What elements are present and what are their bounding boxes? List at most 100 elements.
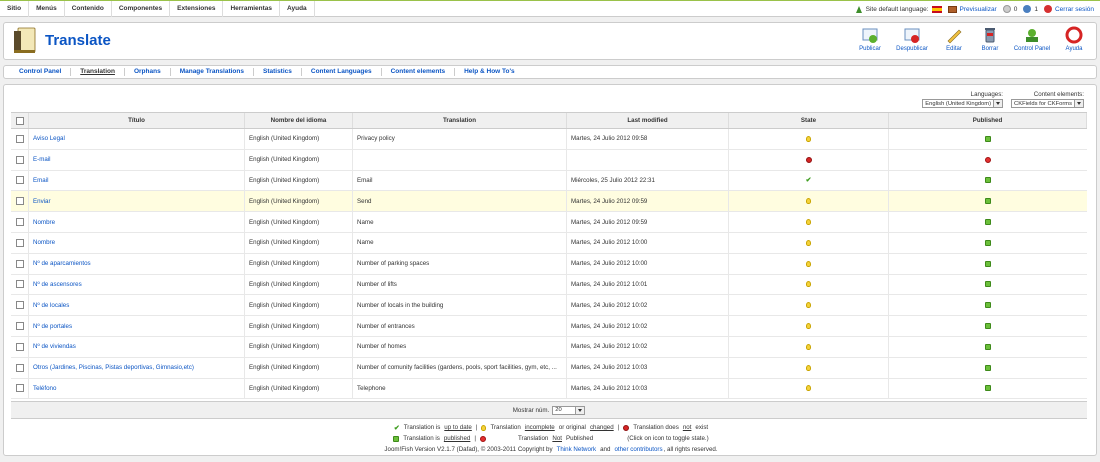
row-checkbox[interactable] [15,197,24,206]
bulb-icon[interactable] [806,302,811,309]
table-row[interactable]: Teléfono English (United Kingdom) Telephon… [11,378,1087,400]
published-icon[interactable] [985,364,991,371]
bulb-icon[interactable] [806,343,811,350]
logout-link[interactable]: Cerrar sesión [1043,5,1094,13]
submenu-content-elements[interactable]: Content elements [382,68,456,76]
title-link[interactable]: Enviar [33,198,51,205]
content-elements-select[interactable]: CKFields for CKForms [1011,99,1084,108]
title-link[interactable]: Nombre [33,219,55,226]
published-icon[interactable] [985,177,991,184]
control-panel-button[interactable]: Control Panel [1010,26,1054,52]
published-icon[interactable] [985,385,991,392]
row-checkbox[interactable] [15,384,24,393]
table-row[interactable]: Nº de ascensores English (United Kingdom)… [11,274,1087,296]
title-link[interactable]: Nº de aparcamientos [33,260,91,267]
select-all-checkbox[interactable] [15,116,24,125]
other-contributors-link[interactable]: other contributors [614,446,662,453]
borrar-button[interactable]: Borrar [974,26,1006,52]
top-menu-item[interactable]: Componentes [112,1,171,17]
published-icon[interactable] [985,135,991,142]
title-link[interactable]: Nº de viviendas [33,343,76,350]
published-icon[interactable] [985,302,991,309]
red-dot-icon[interactable] [805,156,812,163]
unpublished-icon[interactable] [985,156,991,163]
row-checkbox[interactable] [15,134,24,143]
title-link[interactable]: Nº de locales [33,302,69,309]
top-menu-item[interactable]: Extensiones [170,1,224,17]
table-row[interactable]: Nombre English (United Kingdom) Name Martes… [11,232,1087,254]
row-checkbox[interactable] [15,280,24,289]
row-checkbox[interactable] [15,322,24,331]
title-link[interactable]: Aviso Legal [33,135,65,142]
languages-select[interactable]: English (United Kingdom) [922,99,1004,108]
bulb-icon[interactable] [806,364,811,371]
top-menu-item[interactable]: Herramientas [223,1,281,17]
published-icon[interactable] [985,219,991,226]
row-checkbox[interactable] [15,301,24,310]
title-link[interactable]: Nº de ascensores [33,281,82,288]
submenu-orphans[interactable]: Orphans [125,68,171,76]
published-icon[interactable] [985,323,991,330]
table-row[interactable]: Nº de viviendas English (United Kingdom) N… [11,336,1087,358]
title-link[interactable]: Nombre [33,239,55,246]
row-checkbox[interactable] [15,176,24,185]
submenu-manage-translations[interactable]: Manage Translations [171,68,254,76]
bulb-icon[interactable] [806,323,811,330]
row-checkbox[interactable] [15,259,24,268]
messages[interactable]: 0 [1002,5,1017,13]
table-row[interactable]: Email English (United Kingdom) Email Miérco… [11,170,1087,192]
table-row[interactable]: Otros (Jardines, Piscinas, Pistas deport… [11,357,1087,379]
table-row[interactable]: Aviso Legal English (United Kingdom) Priva… [11,129,1087,150]
table-row[interactable]: Nº de locales English (United Kingdom) Num… [11,295,1087,317]
despublicar-button[interactable]: Despublicar [890,26,934,52]
check-icon[interactable]: ✔ [806,176,812,184]
think-network-link[interactable]: Think Network [557,446,597,453]
submenu-help-how-to-s[interactable]: Help & How To's [455,68,524,76]
title-link[interactable]: Nº de portales [33,323,72,330]
submenu-control-panel[interactable]: Control Panel [10,68,72,76]
bulb-icon[interactable] [806,281,811,288]
header-title[interactable]: Título [29,113,245,128]
table-row[interactable]: Nº de portales English (United Kingdom) Nu… [11,316,1087,337]
bulb-icon[interactable] [806,260,811,267]
top-menu-item[interactable]: Contenido [65,1,112,17]
published-icon[interactable] [985,343,991,350]
submenu-content-languages[interactable]: Content Languages [302,68,382,76]
submenu-translation[interactable]: Translation [71,68,125,76]
publicar-button[interactable]: Publicar [854,26,886,52]
row-checkbox[interactable] [15,238,24,247]
published-icon[interactable] [985,239,991,246]
published-icon[interactable] [985,260,991,267]
row-checkbox[interactable] [15,363,24,372]
table-row[interactable]: Nombre English (United Kingdom) Name Martes… [11,212,1087,233]
row-checkbox[interactable] [15,218,24,227]
published-icon[interactable] [985,281,991,288]
title-link[interactable]: Teléfono [33,385,56,392]
pagination-select[interactable]: 20 [552,405,586,415]
top-menu-item[interactable]: Sitio [0,1,30,17]
bulb-icon[interactable] [806,135,811,142]
spain-flag-icon[interactable] [931,5,942,13]
bulb-icon[interactable] [806,239,811,246]
ayuda-button[interactable]: Ayuda [1058,26,1090,52]
published-icon[interactable] [985,198,991,205]
top-menu-item[interactable]: Menús [29,1,65,17]
table-row[interactable]: E-mail English (United Kingdom) [11,149,1087,171]
bulb-icon[interactable] [806,198,811,205]
title-link[interactable]: E-mail [33,156,51,163]
row-checkbox[interactable] [15,155,24,164]
top-menu-item[interactable]: Ayuda [280,1,315,17]
preview-link[interactable]: Previsualizar [947,5,997,13]
title-link[interactable]: Email [33,177,48,184]
bulb-icon[interactable] [806,219,811,226]
online-users[interactable]: 1 [1023,5,1038,13]
preview-label[interactable]: Previsualizar [960,6,997,13]
table-row[interactable]: Enviar English (United Kingdom) Send Martes… [11,191,1087,213]
table-row[interactable]: Nº de aparcamientos English (United Kingd… [11,253,1087,275]
logout-label[interactable]: Cerrar sesión [1055,6,1094,13]
title-link[interactable]: Otros (Jardines, Piscinas, Pistas deport… [33,364,194,371]
submenu-statistics[interactable]: Statistics [254,68,302,76]
bulb-icon[interactable] [806,385,811,392]
editar-button[interactable]: Editar [938,26,970,52]
row-checkbox[interactable] [15,342,24,351]
